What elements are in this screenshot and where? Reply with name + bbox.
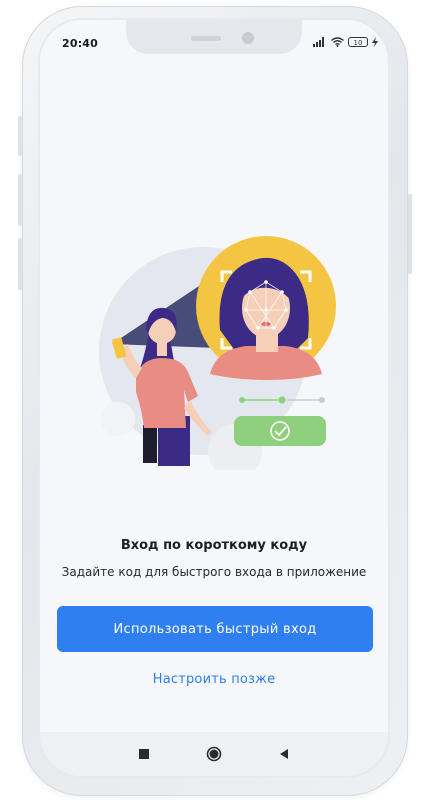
use-quick-login-button[interactable]: Использовать быстрый вход	[57, 606, 373, 652]
wifi-icon	[331, 37, 344, 47]
back-icon[interactable]	[278, 748, 290, 760]
blob-left	[101, 402, 135, 436]
phone-screen: 20:40 10 Вход по короткому коду Задайте …	[40, 20, 388, 776]
status-bar: 20:40 10	[40, 20, 388, 60]
speaker	[191, 36, 221, 41]
page-title: Вход по короткому коду	[120, 538, 308, 553]
side-button-right	[408, 194, 412, 274]
home-icon[interactable]	[206, 746, 222, 762]
recent-apps-icon[interactable]	[138, 748, 150, 760]
notch	[126, 20, 302, 54]
face-id-illustration	[99, 236, 336, 470]
side-button-left-1	[18, 116, 22, 156]
battery-icon: 10	[348, 37, 368, 47]
side-button-left-3	[18, 238, 22, 290]
side-button-left-2	[18, 174, 22, 226]
signal-icon	[313, 37, 324, 47]
status-time: 20:40	[62, 37, 99, 50]
setup-later-link[interactable]: Настроить позже	[40, 672, 388, 687]
status-icons: 10	[313, 36, 378, 48]
confirm-badge	[234, 416, 326, 446]
page-subtitle: Задайте код для быстрого входа в приложе…	[61, 565, 367, 579]
front-camera	[242, 32, 254, 44]
charging-icon	[372, 37, 378, 47]
system-nav-bar	[40, 732, 388, 776]
